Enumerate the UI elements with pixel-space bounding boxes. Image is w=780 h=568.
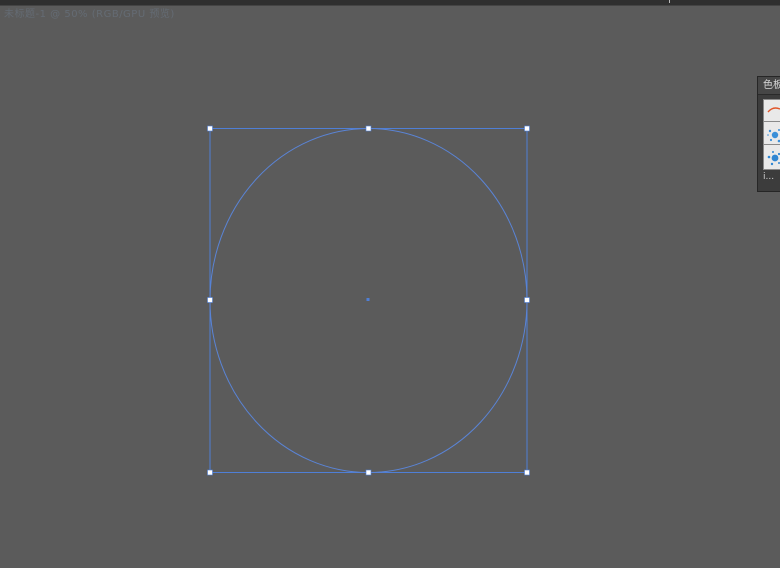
splatter-icon [767, 151, 780, 166]
handle-top-left[interactable] [207, 125, 213, 132]
handle-bottom-right[interactable] [524, 469, 530, 476]
panel-library-menu[interactable]: ⅰ... [763, 172, 774, 182]
handle-middle-left[interactable] [207, 297, 213, 303]
handle-middle-right[interactable] [524, 297, 530, 303]
artboard[interactable] [0, 0, 780, 568]
handle-bottom-middle[interactable] [365, 469, 372, 476]
handle-top-middle[interactable] [365, 125, 372, 132]
swatch-scatter-brush-2[interactable] [763, 144, 780, 170]
panel-tab-swatches[interactable]: 色板 [758, 77, 780, 95]
swatches-panel[interactable]: 色板 [757, 76, 780, 192]
illustrator-canvas[interactable]: 未标题-1 @ 50% (RGB/GPU 预览) 色板 [0, 0, 780, 568]
handle-bottom-left[interactable] [207, 469, 213, 476]
center-point[interactable] [366, 298, 370, 301]
handle-top-right[interactable] [524, 125, 530, 132]
